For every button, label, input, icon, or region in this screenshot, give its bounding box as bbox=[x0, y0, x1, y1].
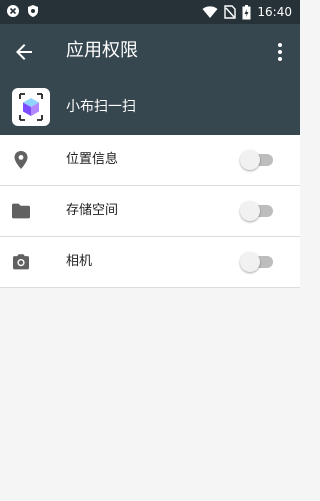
permission-row-camera[interactable]: 相机 bbox=[0, 237, 300, 288]
app-icon bbox=[12, 88, 50, 126]
close-circle-icon bbox=[7, 5, 19, 17]
permission-toggle-storage[interactable] bbox=[240, 201, 274, 221]
shield-icon bbox=[28, 5, 38, 17]
app-header: 小布扫一扫 bbox=[0, 80, 300, 135]
permission-label: 相机 bbox=[66, 254, 93, 269]
arrow-back-icon[interactable] bbox=[12, 40, 36, 64]
permission-label: 位置信息 bbox=[66, 152, 119, 167]
wifi-icon bbox=[202, 6, 218, 18]
app-bar: 应用权限 bbox=[0, 24, 300, 80]
permission-row-location[interactable]: 位置信息 bbox=[0, 135, 300, 186]
status-left-icons bbox=[6, 4, 40, 18]
cube-scan-icon bbox=[19, 93, 43, 121]
permission-list: 位置信息 存储空间 相机 bbox=[0, 135, 300, 288]
camera-icon bbox=[13, 254, 29, 270]
permission-row-storage[interactable]: 存储空间 bbox=[0, 186, 300, 237]
status-right-icons: 16:40 bbox=[202, 4, 292, 20]
battery-charging-icon bbox=[242, 4, 251, 19]
status-bar: 16:40 bbox=[0, 0, 300, 24]
toggle-thumb bbox=[240, 201, 260, 221]
permission-label: 存储空间 bbox=[66, 203, 119, 218]
toggle-thumb bbox=[240, 150, 260, 170]
permission-toggle-camera[interactable] bbox=[240, 252, 274, 272]
status-time: 16:40 bbox=[257, 5, 292, 19]
toggle-thumb bbox=[240, 252, 260, 272]
folder-icon bbox=[12, 203, 30, 219]
no-sim-icon bbox=[224, 5, 237, 19]
app-name: 小布扫一扫 bbox=[66, 99, 136, 115]
permission-toggle-location[interactable] bbox=[240, 150, 274, 170]
more-vert-icon[interactable] bbox=[270, 40, 290, 64]
page-title: 应用权限 bbox=[66, 40, 138, 61]
location-pin-icon bbox=[14, 151, 28, 169]
